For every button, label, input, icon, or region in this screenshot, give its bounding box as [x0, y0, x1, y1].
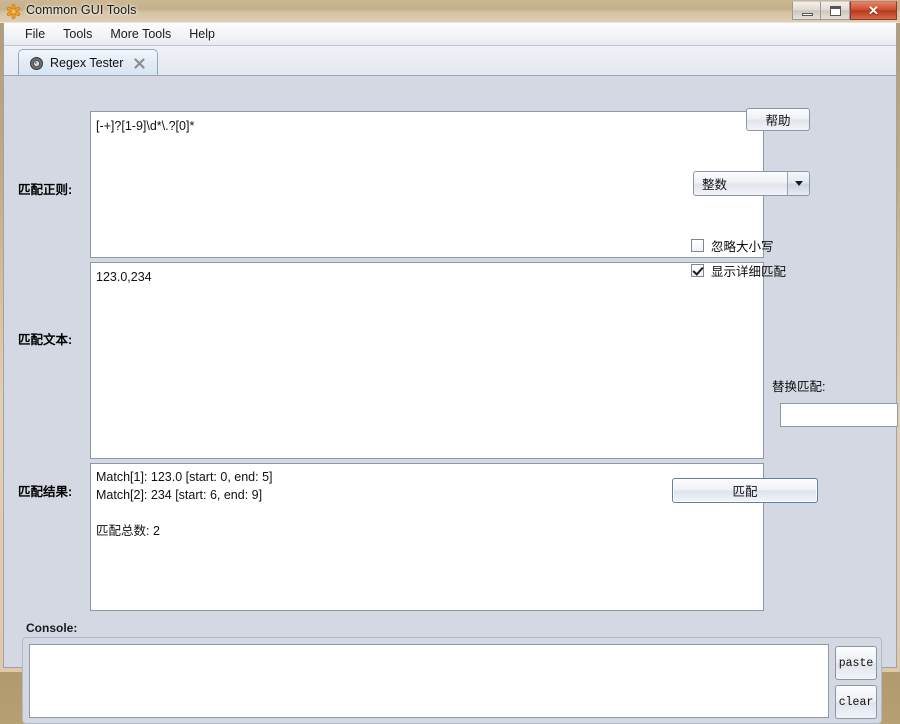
match-result-value: Match[1]: 123.0 [start: 0, end: 5] Match… [96, 470, 273, 538]
maximize-icon [830, 6, 841, 16]
checkbox-box [691, 239, 704, 252]
console-output[interactable] [29, 644, 829, 718]
regex-input-value: [-+]?[1-9]\d*\.?[0]* [96, 119, 195, 133]
tab-label: Regex Tester [50, 56, 124, 70]
label-subject: 匹配文本: [18, 333, 73, 347]
title-bar: Common GUI Tools ✕ [0, 0, 900, 23]
help-button[interactable]: 帮助 [746, 108, 810, 131]
pattern-type-value: 整数 [702, 178, 728, 192]
console-panel: paste clear [22, 637, 882, 724]
label-regex: 匹配正则: [18, 183, 73, 197]
paste-button[interactable]: paste [835, 646, 877, 680]
checkbox-ignore-case[interactable]: 忽略大小写 [691, 236, 774, 255]
asterisk-icon [5, 3, 22, 20]
checkbox-label: 忽略大小写 [711, 240, 774, 254]
close-icon: ✕ [868, 3, 879, 18]
tab-strip: Regex Tester [4, 46, 896, 76]
chevron-down-icon[interactable] [787, 172, 809, 195]
maximize-button[interactable] [821, 1, 850, 20]
minimize-icon [802, 13, 813, 16]
menu-item-file[interactable]: File [16, 25, 54, 43]
subject-text-input[interactable]: 123.0,234 [90, 262, 764, 459]
menu-item-tools[interactable]: Tools [54, 25, 101, 43]
regex-input[interactable]: [-+]?[1-9]\d*\.?[0]* [90, 111, 764, 258]
window-controls: ✕ [792, 1, 897, 21]
client-area: File Tools More Tools Help Regex Tester [3, 23, 898, 724]
menu-item-more-tools[interactable]: More Tools [101, 25, 180, 43]
match-result-output[interactable]: Match[1]: 123.0 [start: 0, end: 5] Match… [90, 463, 764, 611]
tab-close-icon[interactable] [133, 57, 146, 70]
clear-button[interactable]: clear [835, 685, 877, 719]
menu-item-help[interactable]: Help [180, 25, 224, 43]
regex-tester-panel: 匹配正则: 匹配文本: 匹配结果: [-+]?[1-9]\d*\.?[0]* 1… [4, 76, 898, 724]
tab-regex-tester[interactable]: Regex Tester [18, 49, 159, 76]
subject-text-value: 123.0,234 [96, 270, 152, 284]
checkbox-show-detail[interactable]: 显示详细匹配 [691, 261, 786, 280]
match-button[interactable]: 匹配 [672, 478, 818, 503]
label-result: 匹配结果: [18, 485, 73, 499]
menu-bar: File Tools More Tools Help [4, 23, 896, 46]
close-button[interactable]: ✕ [850, 1, 897, 20]
pattern-type-select[interactable]: 整数 [693, 171, 810, 196]
application-window: Common GUI Tools ✕ File Tools More Tools… [0, 0, 900, 724]
regex-tab-icon [29, 56, 44, 71]
label-console: Console: [26, 621, 78, 635]
window-title: Common GUI Tools [26, 3, 137, 17]
checkbox-box [691, 264, 704, 277]
label-replace: 替换匹配: [772, 380, 826, 394]
replace-input[interactable] [780, 403, 898, 427]
minimize-button[interactable] [792, 1, 821, 20]
checkbox-label: 显示详细匹配 [711, 265, 787, 279]
